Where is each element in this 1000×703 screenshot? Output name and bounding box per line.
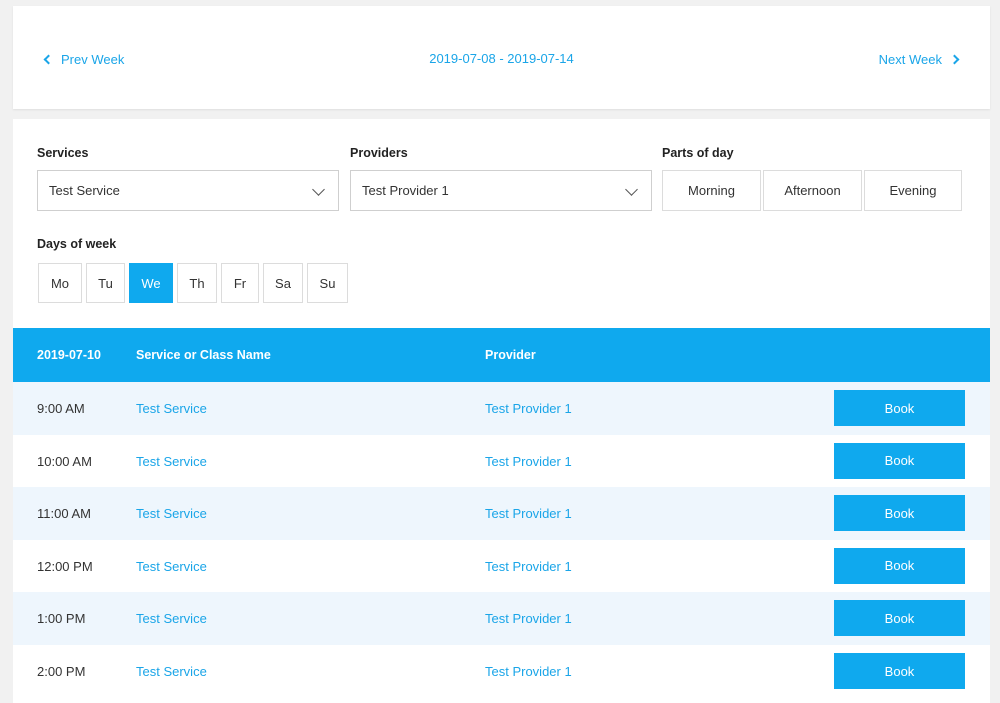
book-button[interactable]: Book — [834, 390, 965, 426]
table-row: 12:00 PM Test Service Test Provider 1 Bo… — [13, 540, 990, 593]
part-evening-button[interactable]: Evening — [864, 170, 962, 211]
row-time: 2:00 PM — [37, 664, 86, 679]
row-provider-link[interactable]: Test Provider 1 — [485, 401, 572, 416]
day-su-button[interactable]: Su — [307, 263, 348, 303]
day-tu-button[interactable]: Tu — [86, 263, 125, 303]
days-of-week-label: Days of week — [37, 237, 117, 251]
book-button[interactable]: Book — [834, 600, 965, 637]
table-row: 1:00 PM Test Service Test Provider 1 Boo… — [13, 592, 990, 645]
parts-of-day-label: Parts of day — [662, 146, 734, 160]
row-service-link[interactable]: Test Service — [136, 454, 207, 469]
prev-week-link[interactable]: Prev Week — [43, 51, 125, 67]
row-service-link[interactable]: Test Service — [136, 506, 207, 521]
row-time: 12:00 PM — [37, 558, 93, 574]
chevron-down-icon — [625, 183, 638, 196]
next-week-label: Next Week — [878, 51, 942, 67]
services-label: Services — [37, 146, 89, 160]
row-service-link[interactable]: Test Service — [136, 664, 207, 679]
table-header: 2019-07-10 Service or Class Name Provide… — [13, 328, 990, 382]
row-provider-link[interactable]: Test Provider 1 — [485, 664, 572, 679]
provider-column-header: Provider — [485, 348, 536, 362]
table-row: 10:00 AM Test Service Test Provider 1 Bo… — [13, 435, 990, 488]
week-range-text[interactable]: 2019-07-08 - 2019-07-14 — [429, 51, 574, 66]
day-mo-button[interactable]: Mo — [38, 263, 82, 303]
providers-label: Providers — [350, 146, 408, 160]
week-navigation: Prev Week 2019-07-08 - 2019-07-14 Next W… — [13, 6, 990, 109]
service-column-header: Service or Class Name — [136, 348, 271, 362]
row-time: 11:00 AM — [37, 506, 91, 522]
row-service-link[interactable]: Test Service — [136, 401, 207, 416]
day-th-button[interactable]: Th — [177, 263, 217, 303]
row-time: 10:00 AM — [37, 453, 92, 469]
schedule-panel: Services Test Service Providers Test Pro… — [13, 119, 990, 703]
table-row: 2:00 PM Test Service Test Provider 1 Boo… — [13, 645, 990, 698]
chevron-right-icon — [949, 54, 960, 65]
providers-select[interactable]: Test Provider 1 — [350, 170, 652, 211]
book-button[interactable]: Book — [834, 442, 965, 479]
book-button[interactable]: Book — [834, 547, 965, 584]
part-afternoon-button[interactable]: Afternoon — [763, 170, 862, 211]
next-week-link[interactable]: Next Week — [878, 51, 960, 67]
row-provider-link[interactable]: Test Provider 1 — [485, 454, 572, 469]
day-sa-button[interactable]: Sa — [263, 263, 303, 303]
book-button[interactable]: Book — [834, 653, 965, 689]
date-column-header: 2019-07-10 — [37, 348, 101, 362]
row-service-link[interactable]: Test Service — [136, 611, 207, 626]
providers-select-value: Test Provider 1 — [362, 183, 449, 198]
day-we-button[interactable]: We — [129, 263, 173, 303]
services-select[interactable]: Test Service — [37, 170, 339, 211]
chevron-left-icon — [43, 54, 54, 65]
row-service-link[interactable]: Test Service — [136, 559, 207, 574]
row-time: 1:00 PM — [37, 611, 86, 627]
chevron-down-icon — [312, 183, 325, 196]
table-row: 9:00 AM Test Service Test Provider 1 Boo… — [13, 382, 990, 435]
book-button[interactable]: Book — [834, 495, 965, 532]
services-select-value: Test Service — [49, 183, 120, 198]
row-provider-link[interactable]: Test Provider 1 — [485, 559, 572, 574]
prev-week-label: Prev Week — [61, 51, 125, 67]
table-row: 11:00 AM Test Service Test Provider 1 Bo… — [13, 487, 990, 540]
row-provider-link[interactable]: Test Provider 1 — [485, 506, 572, 521]
row-time: 9:00 AM — [37, 401, 85, 416]
part-morning-button[interactable]: Morning — [662, 170, 761, 211]
day-fr-button[interactable]: Fr — [221, 263, 259, 303]
week-range: 2019-07-08 - 2019-07-14 — [13, 51, 990, 66]
row-provider-link[interactable]: Test Provider 1 — [485, 611, 572, 626]
